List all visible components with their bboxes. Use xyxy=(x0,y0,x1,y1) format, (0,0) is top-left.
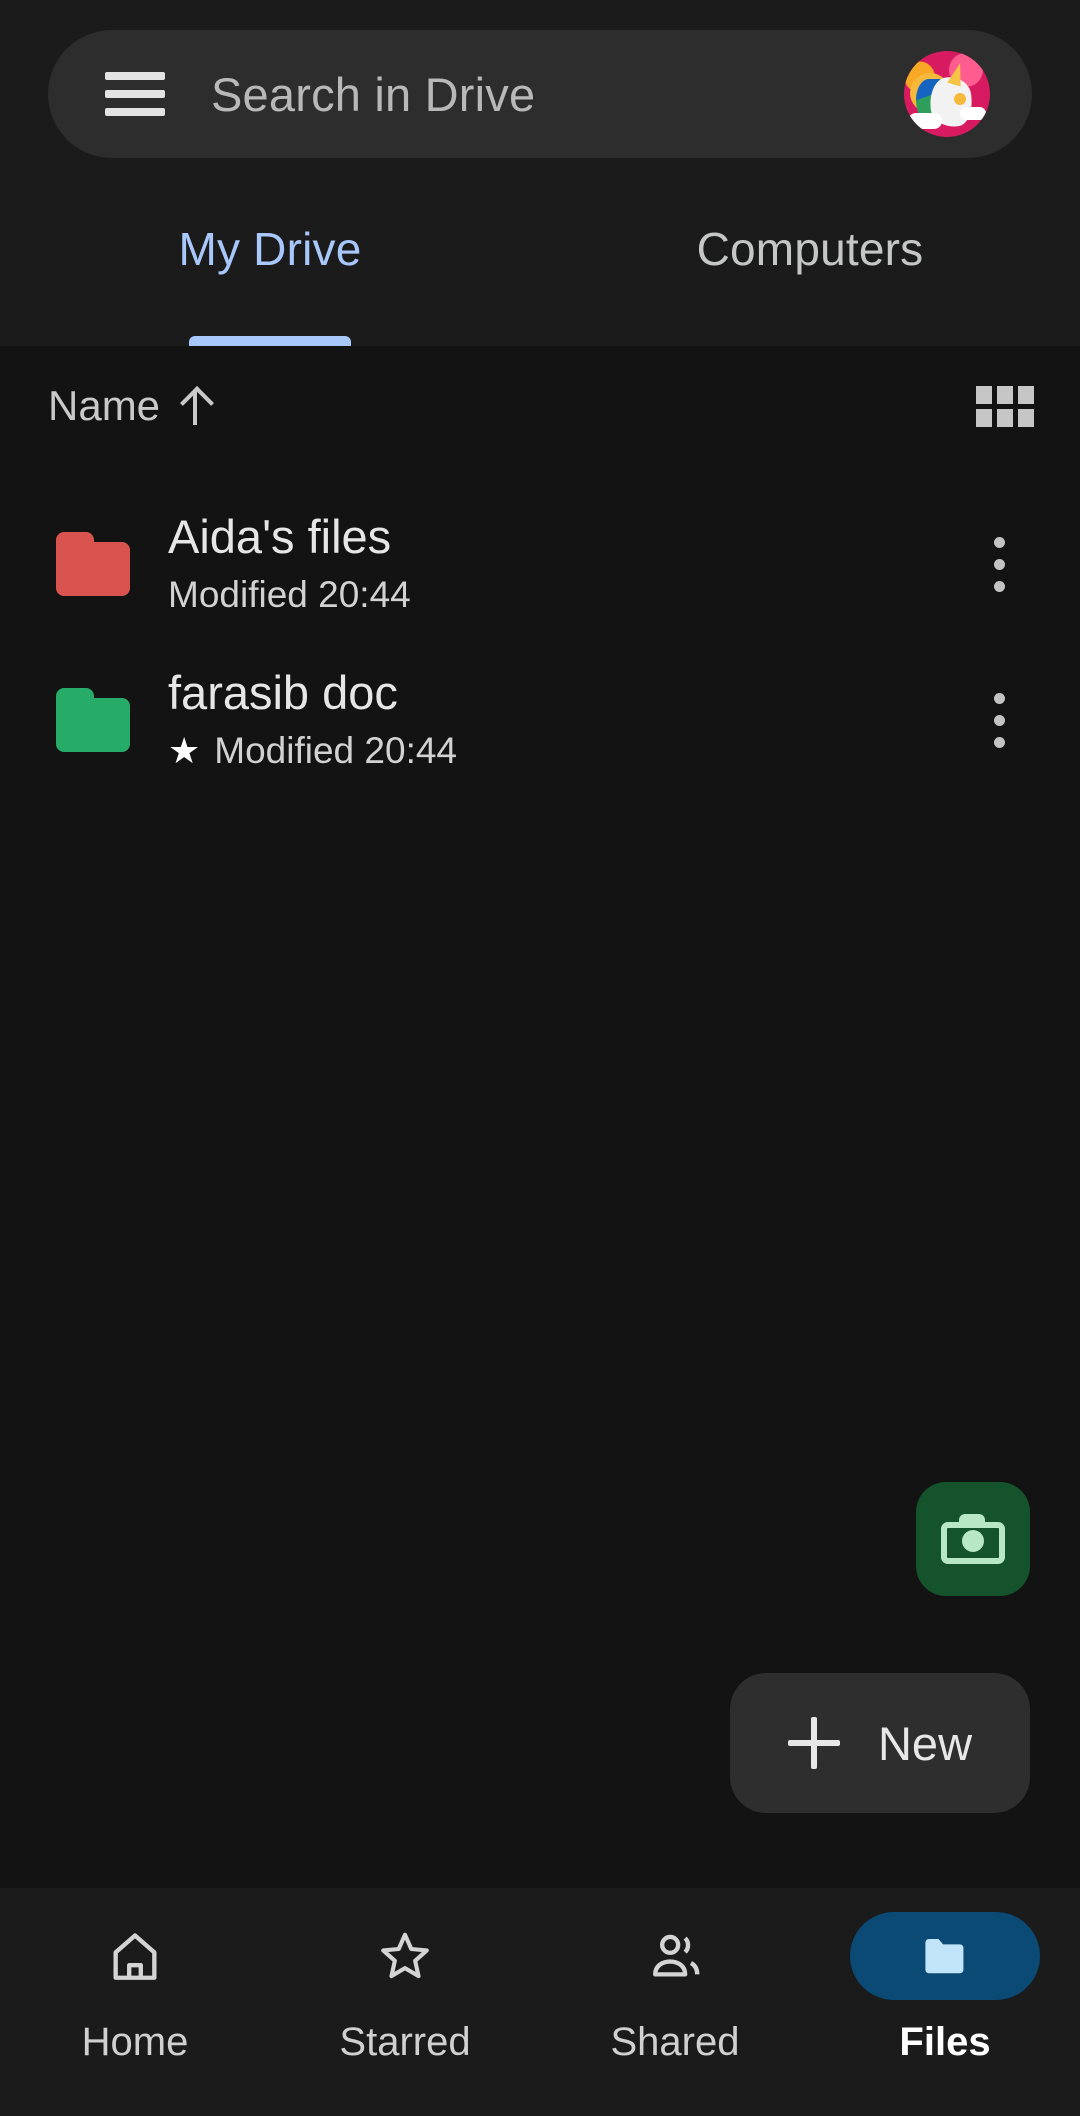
hamburger-menu-icon[interactable] xyxy=(105,72,165,116)
nav-label-starred: Starred xyxy=(339,2020,471,2064)
nav-item-files[interactable]: Files xyxy=(810,1888,1080,2116)
file-list: Aida's files Modified 20:44 farasib doc … xyxy=(0,486,1080,798)
camera-icon xyxy=(941,1514,1005,1564)
sort-button[interactable]: Name xyxy=(48,382,210,430)
star-icon xyxy=(376,1927,434,1985)
nav-label-home: Home xyxy=(81,2020,189,2064)
nav-item-home[interactable]: Home xyxy=(0,1888,270,2116)
nav-item-starred[interactable]: Starred xyxy=(270,1888,540,2116)
drive-mobile-screen: Search in Drive My Drive Computers Name … xyxy=(0,0,1080,2116)
avatar[interactable] xyxy=(904,51,990,137)
nav-label-shared: Shared xyxy=(610,2020,740,2064)
tab-computers[interactable]: Computers xyxy=(540,196,1080,346)
avatar-cloud xyxy=(960,107,986,120)
list-item[interactable]: Aida's files Modified 20:44 xyxy=(0,486,1080,642)
avatar-cloud xyxy=(908,113,942,129)
tab-my-drive-label: My Drive xyxy=(178,223,362,275)
tab-computers-label: Computers xyxy=(696,223,924,275)
file-modified-label: Modified 20:44 xyxy=(214,729,458,771)
new-fab-button[interactable]: New xyxy=(730,1673,1030,1813)
nav-label-files: Files xyxy=(899,2020,991,2064)
people-icon xyxy=(646,1927,704,1985)
bottom-navigation-bar: Home Starred Shared Files xyxy=(0,1888,1080,2116)
folder-icon xyxy=(56,532,130,596)
file-meta: Modified 20:44 xyxy=(168,574,964,616)
list-item-text: Aida's files Modified 20:44 xyxy=(168,512,964,615)
plus-icon xyxy=(787,1717,840,1769)
new-fab-label: New xyxy=(877,1716,973,1770)
grid-view-icon[interactable] xyxy=(976,385,1034,427)
nav-item-shared[interactable]: Shared xyxy=(540,1888,810,2116)
file-modified-label: Modified 20:44 xyxy=(168,573,411,615)
top-app-bar: Search in Drive My Drive Computers xyxy=(0,0,1080,346)
nav-pill xyxy=(40,1912,230,2000)
sort-label: Name xyxy=(48,382,161,429)
arrow-up-icon xyxy=(180,387,210,425)
home-icon xyxy=(106,1927,164,1985)
file-meta: ★ Modified 20:44 xyxy=(168,730,964,772)
nav-pill xyxy=(580,1912,770,2000)
folder-icon xyxy=(917,1928,973,1984)
nav-pill xyxy=(310,1912,500,2000)
scan-fab-button[interactable] xyxy=(916,1482,1030,1596)
file-name: farasib doc xyxy=(168,666,398,720)
more-vertical-icon[interactable] xyxy=(964,692,1034,748)
list-item-text: farasib doc ★ Modified 20:44 xyxy=(168,668,964,771)
nav-pill-active xyxy=(850,1912,1040,2000)
search-input[interactable]: Search in Drive xyxy=(211,67,904,122)
more-vertical-icon[interactable] xyxy=(964,536,1034,592)
folder-icon xyxy=(56,688,130,752)
tab-bar: My Drive Computers xyxy=(0,196,1080,346)
tab-active-indicator xyxy=(189,336,351,346)
list-item[interactable]: farasib doc ★ Modified 20:44 xyxy=(0,642,1080,798)
star-icon: ★ xyxy=(168,729,201,771)
tab-my-drive[interactable]: My Drive xyxy=(0,196,540,346)
file-name: Aida's files xyxy=(168,510,392,564)
avatar-eye xyxy=(954,93,966,105)
list-toolbar: Name xyxy=(0,346,1080,466)
search-bar[interactable]: Search in Drive xyxy=(48,30,1032,158)
